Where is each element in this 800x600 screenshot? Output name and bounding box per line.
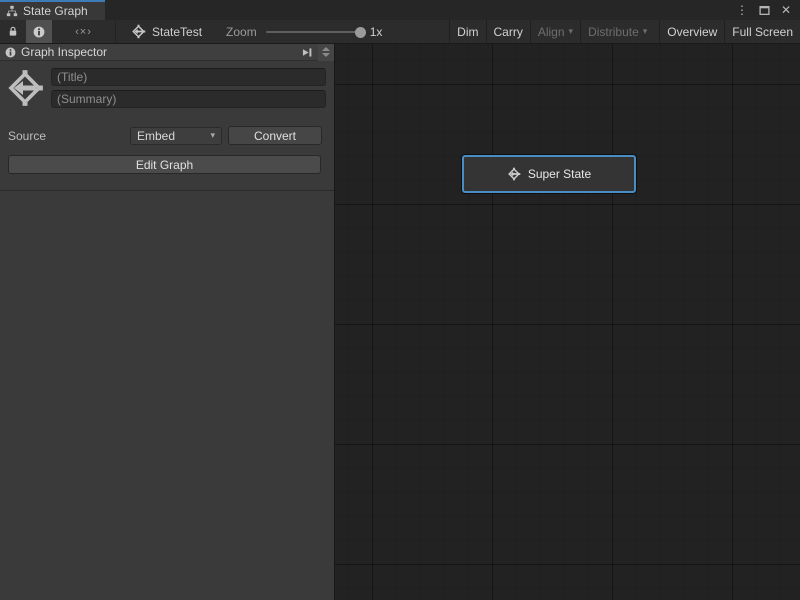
toolbar-spacer	[382, 20, 449, 43]
info-icon	[5, 47, 16, 58]
maximize-icon[interactable]	[759, 5, 770, 16]
breadcrumb-label: StateTest	[152, 25, 202, 39]
tabbar-spacer	[105, 0, 736, 20]
carry-button[interactable]: Carry	[486, 20, 530, 43]
zoom-label: Zoom	[226, 25, 257, 39]
state-graph-window: State Graph ⋮ ✕	[0, 0, 800, 600]
source-row: Source Embed ▾ Convert	[0, 126, 334, 145]
tab-title: State Graph	[23, 4, 88, 18]
chevron-down-icon: ▾	[643, 26, 648, 37]
lock-button[interactable]	[0, 20, 26, 43]
code-icon: ‹×›	[75, 26, 92, 38]
overview-button[interactable]: Overview	[659, 20, 724, 43]
main-area: Graph Inspector	[0, 44, 800, 600]
convert-button[interactable]: Convert	[228, 126, 322, 145]
graph-inspector-header: Graph Inspector	[0, 44, 334, 61]
dim-label: Dim	[457, 25, 478, 39]
distribute-button[interactable]: Distribute ▾	[580, 20, 654, 43]
convert-label: Convert	[254, 129, 296, 143]
zoom-control: Zoom 1x	[226, 20, 382, 43]
super-state-node[interactable]: Super State	[462, 155, 636, 193]
overview-label: Overview	[667, 25, 717, 39]
breadcrumb[interactable]: StateTest	[131, 20, 202, 43]
scroll-down-icon[interactable]	[322, 53, 330, 57]
graph-info-section	[0, 61, 334, 112]
source-dropdown[interactable]: Embed ▾	[130, 127, 222, 145]
state-graph-icon	[131, 24, 146, 39]
dock-panel-button[interactable]	[296, 46, 318, 59]
full-screen-label: Full Screen	[732, 25, 793, 39]
full-screen-button[interactable]: Full Screen	[724, 20, 800, 43]
align-label: Align	[538, 25, 565, 39]
zoom-value: 1x	[370, 25, 383, 39]
scroll-up-icon[interactable]	[322, 47, 330, 51]
graph-hierarchy-icon	[6, 5, 18, 17]
graph-summary-input[interactable]	[51, 90, 326, 108]
align-button[interactable]: Align ▾	[530, 20, 580, 43]
panel-scroll-buttons[interactable]	[318, 44, 334, 61]
inspector-empty-area	[0, 191, 334, 600]
zoom-slider-knob[interactable]	[355, 27, 366, 38]
dim-button[interactable]: Dim	[449, 20, 485, 43]
graph-title-input[interactable]	[51, 68, 326, 86]
dock-arrow-icon	[300, 46, 314, 59]
edit-graph-button[interactable]: Edit Graph	[8, 155, 321, 174]
state-graph-icon-large	[5, 68, 45, 108]
carry-label: Carry	[494, 25, 523, 39]
chevron-down-icon: ▾	[569, 26, 574, 37]
panel-title: Graph Inspector	[21, 45, 107, 59]
lock-icon	[7, 25, 19, 38]
source-label: Source	[8, 129, 130, 143]
graph-canvas[interactable]: Super State	[335, 44, 800, 600]
chevron-down-icon: ▾	[210, 130, 215, 141]
distribute-label: Distribute	[588, 25, 639, 39]
zoom-slider[interactable]	[266, 31, 361, 33]
title-summary-fields	[51, 68, 326, 108]
source-dropdown-value: Embed	[137, 129, 210, 143]
inspector-toggle-button[interactable]	[26, 20, 52, 43]
code-view-button[interactable]: ‹×›	[52, 20, 116, 43]
state-icon	[507, 167, 521, 181]
graph-inspector-panel: Graph Inspector	[0, 44, 335, 600]
info-icon	[33, 26, 45, 38]
window-controls: ⋮ ✕	[736, 0, 800, 20]
tab-state-graph[interactable]: State Graph	[0, 0, 105, 20]
tab-bar: State Graph ⋮ ✕	[0, 0, 800, 20]
node-label: Super State	[528, 167, 591, 181]
edit-graph-label: Edit Graph	[136, 158, 193, 172]
close-icon[interactable]: ✕	[781, 4, 791, 16]
window-menu-icon[interactable]: ⋮	[736, 4, 748, 16]
graph-toolbar: ‹×› StateTest Zoom 1x Dim	[0, 20, 800, 44]
